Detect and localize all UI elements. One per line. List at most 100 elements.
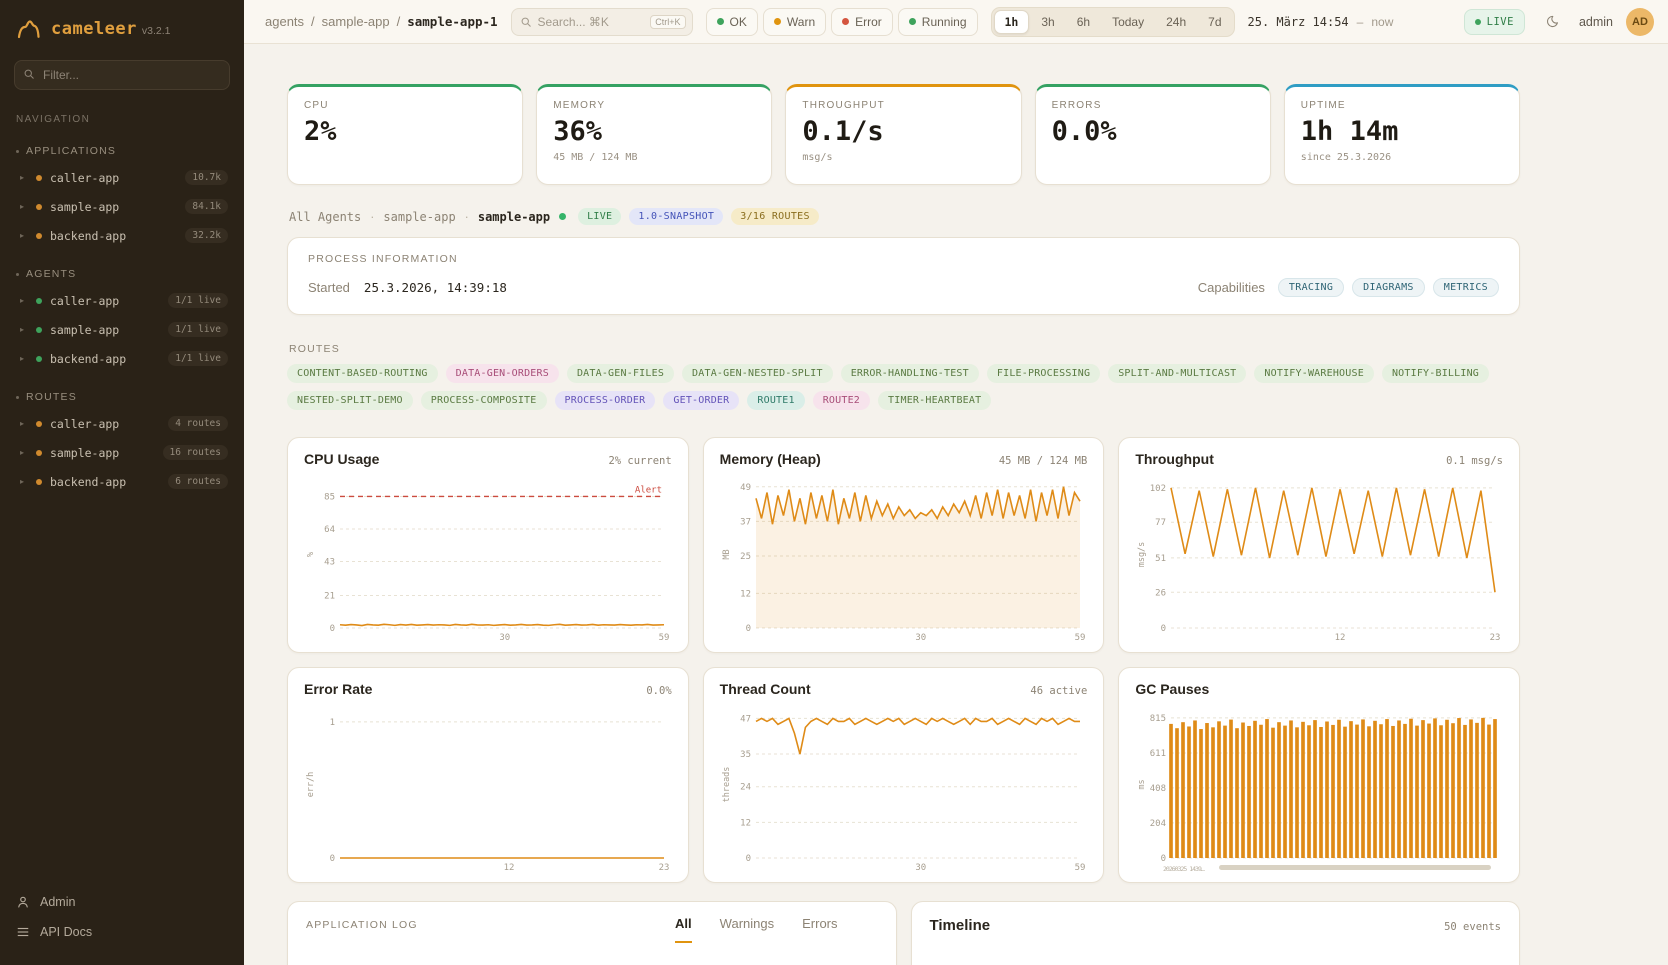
datetime-value: 25. März 14:54 <box>1248 15 1349 29</box>
chart-meta: 0.1 msg/s <box>1446 455 1503 467</box>
sidebar-item[interactable]: ▸ backend-app 1/1 live <box>0 344 244 373</box>
stat-label: UPTIME <box>1301 100 1503 111</box>
sidebar-item-api-docs[interactable]: API Docs <box>16 917 228 947</box>
breadcrumb-agents[interactable]: agents <box>265 14 304 29</box>
global-search[interactable]: Ctrl+K <box>511 8 693 36</box>
route-pill[interactable]: DATA-GEN-ORDERS <box>446 364 559 383</box>
context-crumb-app[interactable]: sample-app <box>383 210 455 224</box>
section-header-routes[interactable]: ROUTES <box>0 387 244 409</box>
sidebar-item-label: sample-app <box>50 323 160 337</box>
stat-subtext: msg/s <box>802 152 1004 164</box>
log-tab[interactable]: Warnings <box>720 916 774 943</box>
breadcrumb-separator: / <box>311 14 315 29</box>
svg-text:0: 0 <box>745 854 750 864</box>
status-dot <box>36 479 42 485</box>
avatar[interactable]: AD <box>1626 8 1654 36</box>
breadcrumb: agents / sample-app / sample-app-1 <box>265 14 498 29</box>
sidebar-filter-input[interactable] <box>14 60 230 90</box>
search-input[interactable] <box>538 15 645 29</box>
stat-card: ERRORS 0.0% <box>1035 84 1271 185</box>
chart-card: Thread Count 46 active 0122435473059thre… <box>703 667 1105 883</box>
breadcrumb-app[interactable]: sample-app <box>322 14 390 29</box>
route-pill[interactable]: CONTENT-BASED-ROUTING <box>287 364 438 383</box>
status-filter-pill[interactable]: Error <box>831 8 893 36</box>
route-pill[interactable]: GET-ORDER <box>663 391 739 410</box>
chart-card: GC Pauses 0204408611815ms20260325 1439… <box>1118 667 1520 883</box>
gc-x-scrollbar[interactable] <box>1219 865 1491 870</box>
svg-text:64: 64 <box>324 525 335 535</box>
time-range-button[interactable]: 24h <box>1156 10 1196 34</box>
svg-text:204: 204 <box>1150 819 1166 829</box>
stat-label: CPU <box>304 100 506 111</box>
time-range-button[interactable]: 6h <box>1067 10 1100 34</box>
app-logo[interactable]: cameleerv3.2.1 <box>0 0 244 56</box>
status-filter-pill[interactable]: Running <box>898 8 978 36</box>
route-pill[interactable]: TIMER-HEARTBEAT <box>878 391 991 410</box>
sidebar-item[interactable]: ▸ caller-app 1/1 live <box>0 286 244 315</box>
datetime-display[interactable]: 25. März 14:54 – now <box>1248 15 1394 29</box>
route-pill[interactable]: ROUTE2 <box>813 391 870 410</box>
chevron-right-icon: ▸ <box>20 173 28 182</box>
section-header-agents[interactable]: AGENTS <box>0 264 244 286</box>
chart-card: Error Rate 0.0% 011223err/h <box>287 667 689 883</box>
time-range-button[interactable]: Today <box>1102 10 1154 34</box>
stat-card: UPTIME 1h 14m since 25.3.2026 <box>1284 84 1520 185</box>
route-pill[interactable]: ROUTE1 <box>747 391 804 410</box>
sidebar-item[interactable]: ▸ sample-app 1/1 live <box>0 315 244 344</box>
stat-label: THROUGHPUT <box>802 100 1004 111</box>
route-pill[interactable]: ERROR-HANDLING-TEST <box>841 364 979 383</box>
context-current-agent[interactable]: sample-app <box>478 210 550 224</box>
section-header-applications[interactable]: APPLICATIONS <box>0 141 244 163</box>
sidebar-item[interactable]: ▸ backend-app 6 routes <box>0 467 244 496</box>
svg-text:20260325 1439…: 20260325 1439… <box>1163 865 1205 873</box>
route-pill[interactable]: NOTIFY-WAREHOUSE <box>1254 364 1374 383</box>
section-label: AGENTS <box>26 268 76 280</box>
sidebar-item-label: sample-app <box>50 446 155 460</box>
status-dot <box>36 175 42 181</box>
stat-label: MEMORY <box>553 100 755 111</box>
sidebar-item[interactable]: ▸ backend-app 32.2k <box>0 221 244 250</box>
time-range-button[interactable]: 3h <box>1031 10 1064 34</box>
sidebar-item-badge: 1/1 live <box>168 351 228 366</box>
route-pill[interactable]: DATA-GEN-NESTED-SPLIT <box>682 364 833 383</box>
sidebar-item-admin[interactable]: Admin <box>16 887 228 917</box>
sidebar-item[interactable]: ▸ caller-app 4 routes <box>0 409 244 438</box>
status-dot <box>36 450 42 456</box>
context-crumb-all-agents[interactable]: All Agents <box>289 210 361 224</box>
route-pill[interactable]: FILE-PROCESSING <box>987 364 1100 383</box>
svg-text:12: 12 <box>740 818 751 828</box>
route-pill[interactable]: SPLIT-AND-MULTICAST <box>1108 364 1246 383</box>
stat-value: 1h 14m <box>1301 117 1503 147</box>
svg-text:51: 51 <box>1155 554 1166 564</box>
sidebar-item[interactable]: ▸ sample-app 84.1k <box>0 192 244 221</box>
sidebar-item[interactable]: ▸ sample-app 16 routes <box>0 438 244 467</box>
timeline-event-count: 50 events <box>1444 921 1501 933</box>
time-range-button[interactable]: 7d <box>1198 10 1231 34</box>
sidebar-item-label: backend-app <box>50 229 177 243</box>
application-log-card: APPLICATION LOG AllWarningsErrors <box>287 901 897 965</box>
svg-text:0: 0 <box>330 624 335 634</box>
sidebar-item[interactable]: ▸ caller-app 10.7k <box>0 163 244 192</box>
sidebar-section-routes: ROUTES ▸ caller-app 4 routes ▸ sample-ap… <box>0 387 244 496</box>
section-bullet-icon <box>16 150 19 153</box>
dark-mode-toggle[interactable] <box>1538 8 1566 36</box>
chart-title: GC Pauses <box>1135 681 1209 697</box>
started-label: Started <box>308 280 350 295</box>
status-filter-pill[interactable]: Warn <box>763 8 826 36</box>
chevron-right-icon: ▸ <box>20 202 28 211</box>
log-tab[interactable]: Errors <box>802 916 837 943</box>
status-filter-pill[interactable]: OK <box>706 8 758 36</box>
sidebar-item-badge: 6 routes <box>168 474 228 489</box>
route-pill[interactable]: NESTED-SPLIT-DEMO <box>287 391 413 410</box>
time-range-button[interactable]: 1h <box>994 10 1030 34</box>
route-pill[interactable]: PROCESS-COMPOSITE <box>421 391 547 410</box>
status-dot <box>36 327 42 333</box>
log-tab[interactable]: All <box>675 916 692 943</box>
live-toggle[interactable]: LIVE <box>1464 9 1525 35</box>
route-pill[interactable]: PROCESS-ORDER <box>555 391 656 410</box>
route-pill[interactable]: DATA-GEN-FILES <box>567 364 674 383</box>
route-pill[interactable]: NOTIFY-BILLING <box>1382 364 1489 383</box>
chevron-right-icon: ▸ <box>20 448 28 457</box>
chevron-right-icon: ▸ <box>20 296 28 305</box>
sidebar-item-label: backend-app <box>50 352 160 366</box>
